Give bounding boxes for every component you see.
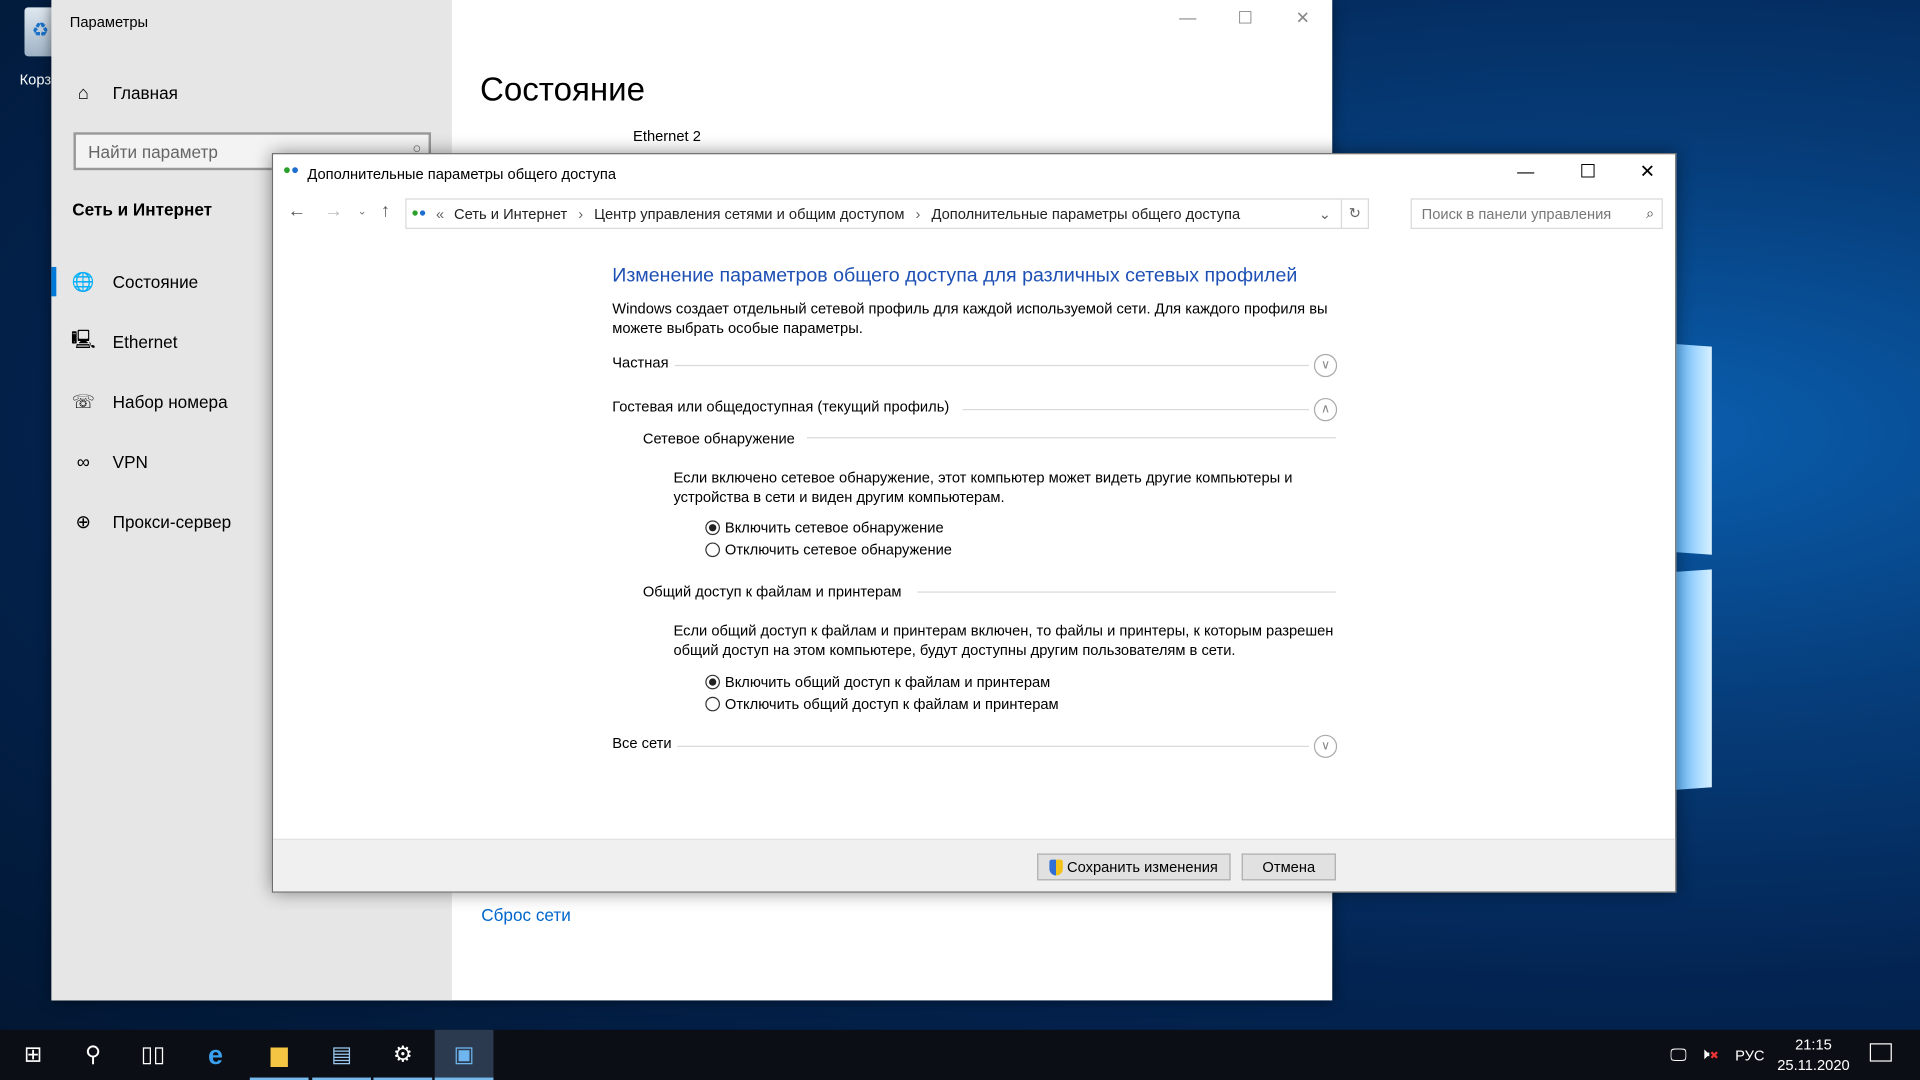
discovery-on-radio[interactable]: Включить сетевое обнаружение [705, 519, 944, 536]
windows-icon: ⊞ [23, 1042, 43, 1067]
clock-time: 21:15 [1795, 1035, 1832, 1054]
internet-explorer-icon: e [208, 1038, 224, 1070]
notifications-icon[interactable] [1869, 1043, 1892, 1062]
intro-text: Windows создает отдельный сетевой профил… [612, 300, 1328, 337]
section-title: Сеть и Интернет [72, 199, 213, 220]
minimize-button[interactable]: — [1517, 162, 1534, 182]
dialog-title: Дополнительные параметры общего доступа [307, 165, 616, 183]
refresh-icon[interactable]: ↻ [1340, 199, 1368, 228]
maximize-button[interactable]: ☐ [1580, 160, 1596, 183]
maximize-button[interactable]: ☐ [1221, 7, 1270, 28]
clock[interactable]: 21:15 25.11.2020 [1773, 1035, 1854, 1077]
cancel-button[interactable]: Отмена [1241, 853, 1336, 881]
minimize-button[interactable]: — [1163, 7, 1212, 27]
start-button[interactable]: ⊞ [4, 1030, 63, 1080]
up-button[interactable]: ↑ [381, 201, 390, 222]
uac-shield-icon [1049, 858, 1064, 875]
folder-icon: ▆ [270, 1042, 288, 1067]
save-button[interactable]: Сохранить изменения [1037, 853, 1231, 881]
control-panel-icon: ●● [411, 206, 427, 221]
dialog-footer: Сохранить изменения Отмена [273, 838, 1676, 892]
sharing-desc: Если общий доступ к файлам и принтерам в… [673, 622, 1334, 659]
search-icon: ⌕ [1646, 204, 1655, 222]
discovery-off-radio[interactable]: Отключить сетевое обнаружение [705, 541, 952, 558]
control-panel-button[interactable]: ▣ [434, 1029, 494, 1080]
dialup-icon: ☏ [71, 391, 95, 413]
gear-icon: ⚙ [392, 1042, 413, 1067]
search-button[interactable]: ⚲ [64, 1030, 123, 1080]
settings-button[interactable]: ⚙ [373, 1030, 433, 1080]
divider [674, 364, 1309, 367]
reset-network-link[interactable]: Сброс сети [481, 905, 571, 925]
page-title: Состояние [480, 71, 645, 108]
windows-logo-wallpaper [1675, 344, 1712, 555]
globe-monitor-icon: 🌐 [71, 271, 95, 293]
advanced-sharing-window: ●● Дополнительные параметры общего досту… [271, 153, 1677, 893]
server-manager-button[interactable]: ▤ [312, 1030, 372, 1080]
language-indicator[interactable]: РУС [1735, 1047, 1764, 1064]
address-dropdown-icon[interactable]: ⌄ [1319, 205, 1331, 222]
breadcrumb-separator: › [578, 205, 584, 223]
sharing-title: Общий доступ к файлам и принтерам [642, 582, 902, 601]
close-button[interactable]: ✕ [1278, 7, 1327, 28]
network-name: Ethernet 2 [633, 127, 701, 145]
profile-guest-label[interactable]: Гостевая или общедоступная (текущий проф… [612, 398, 949, 415]
forward-button[interactable]: → [324, 201, 342, 222]
divider [677, 745, 1309, 747]
ethernet-icon: 🖳 [71, 328, 96, 350]
nav-home[interactable]: ⌂ Главная [51, 71, 451, 115]
sharing-on-radio[interactable]: Включить общий доступ к файлам и принтер… [705, 673, 1050, 691]
page-heading: Изменение параметров общего доступа для … [612, 265, 1298, 287]
address-bar[interactable]: ●● « Сеть и Интернет › Центр управления … [405, 198, 1369, 229]
profile-all-label[interactable]: Все сети [612, 735, 671, 752]
discovery-title: Сетевое обнаружение [642, 429, 795, 447]
profile-private-label[interactable]: Частная [612, 354, 668, 371]
breadcrumb-current[interactable]: Дополнительные параметры общего доступа [931, 205, 1240, 222]
breadcrumb-overflow[interactable]: « [436, 205, 444, 222]
network-tray-icon[interactable]: 🖵 [1670, 1044, 1687, 1065]
globe-icon: ⊕ [75, 511, 91, 533]
vpn-icon: ∞ [76, 451, 90, 473]
divider [917, 591, 1336, 593]
control-panel-search-input[interactable]: Поиск в панели управления ⌕ [1410, 198, 1663, 229]
home-icon: ⌂ [77, 82, 89, 104]
window-title: Параметры [69, 13, 149, 31]
recent-dropdown[interactable]: ⌄ [358, 204, 367, 217]
search-icon: ⚲ [84, 1042, 102, 1067]
internet-explorer-button[interactable]: e [186, 1030, 245, 1080]
control-panel-icon: ▣ [453, 1042, 475, 1067]
divider [806, 437, 1336, 439]
clock-date: 25.11.2020 [1777, 1056, 1850, 1074]
taskbar: ⊞ ⚲ ▯▯ e ▆ ▤ ⚙ ▣ 🖵 🕨✖ РУС 21:15 25.11.20… [0, 1029, 1920, 1080]
breadcrumb-network-center[interactable]: Центр управления сетями и общим доступом [594, 205, 904, 222]
discovery-desc: Если включено сетевое обнаружение, этот … [673, 468, 1293, 506]
sharing-off-radio[interactable]: Отключить общий доступ к файлам и принте… [705, 696, 1059, 713]
collapse-guest-icon[interactable]: ∧ [1313, 397, 1338, 422]
expand-private-icon[interactable]: ∨ [1313, 353, 1338, 378]
task-view-icon: ▯▯ [140, 1042, 166, 1067]
task-view-button[interactable]: ▯▯ [124, 1030, 183, 1080]
windows-logo-wallpaper-lower [1675, 569, 1712, 790]
control-panel-icon: ●● [282, 162, 300, 178]
back-button[interactable]: ← [288, 201, 306, 222]
expand-all-icon[interactable]: ∨ [1313, 734, 1338, 758]
close-button[interactable]: ✕ [1640, 160, 1655, 183]
volume-muted-icon[interactable]: 🕨✖ [1700, 1044, 1719, 1064]
divider [962, 408, 1309, 411]
breadcrumb-separator: › [915, 205, 921, 223]
breadcrumb-network[interactable]: Сеть и Интернет [454, 205, 567, 222]
server-manager-icon: ▤ [331, 1042, 353, 1067]
file-explorer-button[interactable]: ▆ [249, 1030, 309, 1080]
